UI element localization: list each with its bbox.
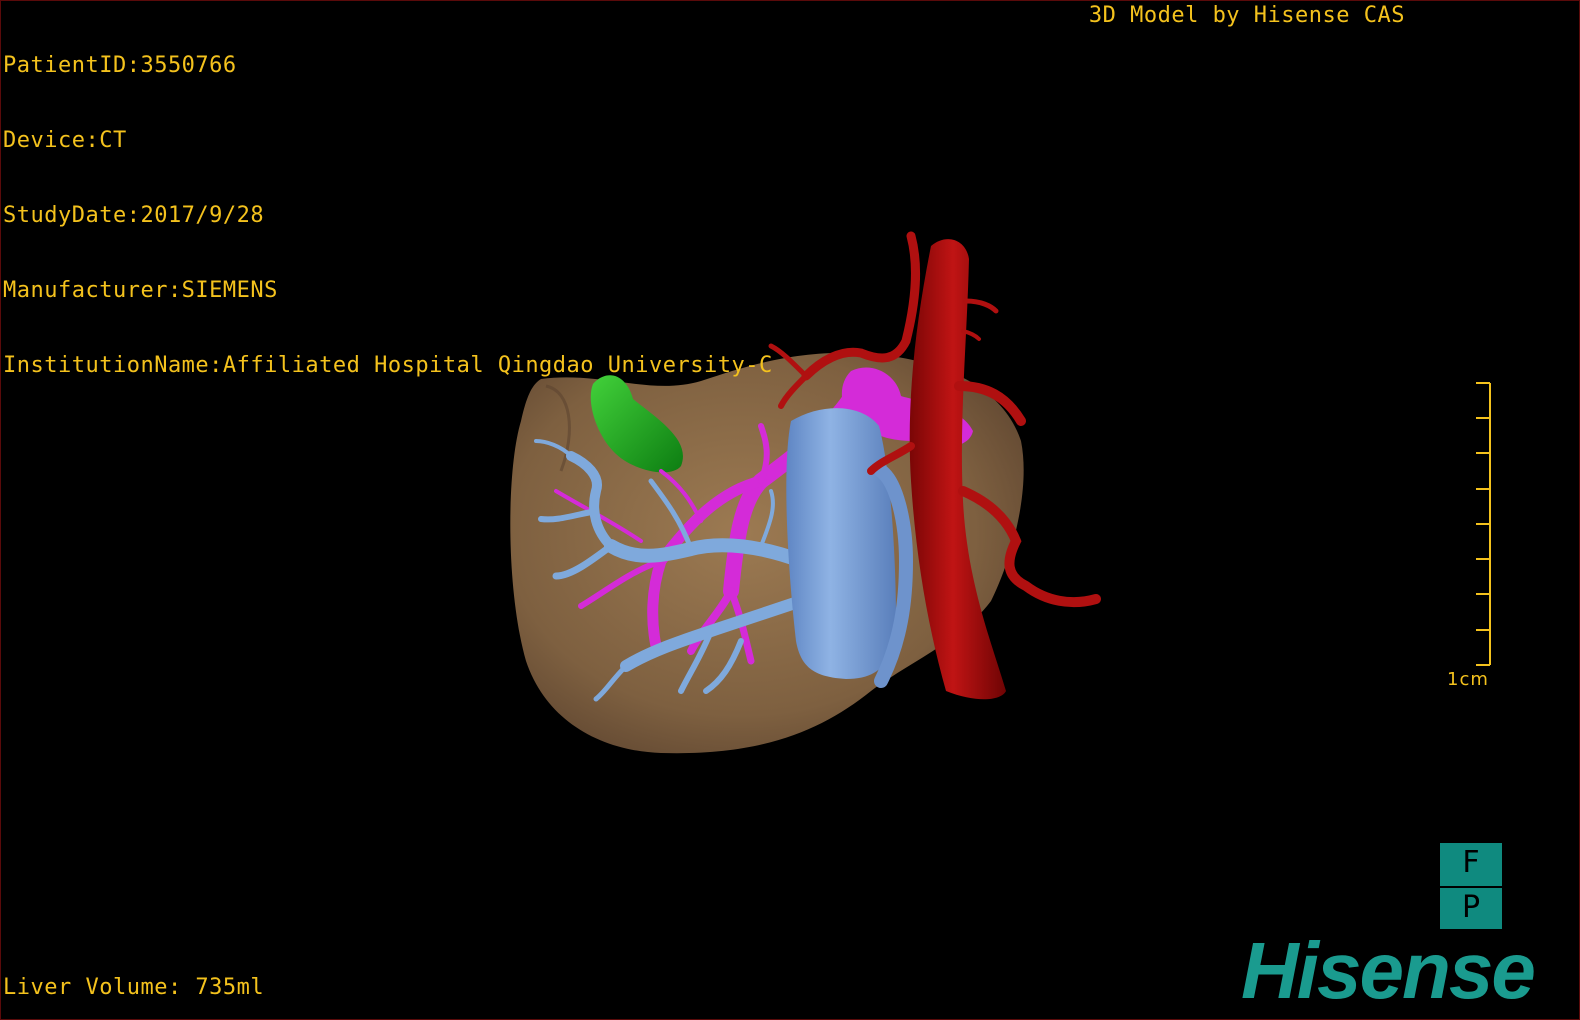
manufacturer-text: Manufacturer:SIEMENS [3,278,278,303]
scale-bar [1476,382,1491,666]
orientation-top-label: F [1440,843,1502,888]
liver-volume-text: Liver Volume: 735ml [3,975,265,1000]
study-date-text: StudyDate:2017/9/28 [3,203,265,228]
orientation-indicator[interactable]: F P [1440,843,1502,929]
device-text: Device:CT [3,128,127,153]
3d-viewport[interactable]: PatientID:3550766 Device:CT StudyDate:20… [0,0,1580,1020]
inferior-vena-cava-model [786,408,896,679]
institution-text: InstitutionName:Affiliated Hospital Qing… [3,353,773,378]
patient-id-text: PatientID:3550766 [3,53,237,78]
dicom-info-overlay: PatientID:3550766 Device:CT StudyDate:20… [3,3,773,428]
scale-bar-label: 1cm [1447,669,1489,690]
model-credit-text: 3D Model by Hisense CAS [1088,3,1405,28]
orientation-bottom-label: P [1461,890,1481,925]
hisense-logo: Hisense [1241,926,1536,1015]
